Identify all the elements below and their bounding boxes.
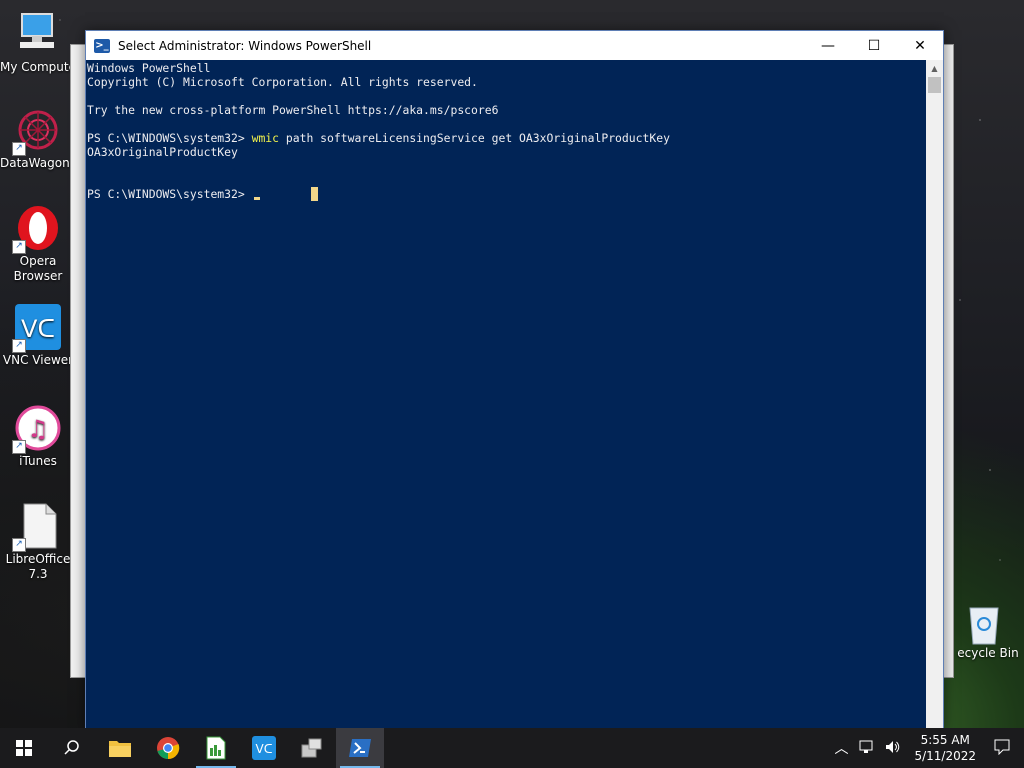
desktop-icon-label: My Compute: [0, 60, 76, 74]
vnc-icon: Vᑕ: [12, 303, 62, 353]
shortcut-arrow-icon: [12, 538, 26, 552]
notifications-icon[interactable]: [984, 739, 1024, 758]
maximize-icon: ☐: [867, 37, 881, 54]
desktop-icon-label: VNC Viewer: [2, 353, 74, 367]
clock-date: 5/11/2022: [914, 749, 976, 763]
svg-text:Vᑕ: Vᑕ: [256, 742, 273, 756]
svg-text:Vᑕ: Vᑕ: [21, 315, 55, 343]
powershell-icon: >_: [94, 38, 110, 53]
desktop-icon-vnc-viewer[interactable]: Vᑕ VNC Viewer: [0, 303, 76, 368]
console-line: Copyright (C) Microsoft Corporation. All…: [87, 75, 478, 89]
taskbar-chrome[interactable]: [144, 728, 192, 768]
console-line: Windows PowerShell: [87, 61, 211, 75]
shortcut-arrow-icon: [12, 142, 26, 156]
taskbar-file-explorer[interactable]: [96, 728, 144, 768]
windows-logo-icon: [16, 740, 32, 756]
scroll-up-arrow-icon[interactable]: ▲: [926, 60, 943, 77]
desktop-icon-recycle-bin[interactable]: ecycle Bin: [944, 602, 1024, 660]
desktop-icon-opera[interactable]: Opera Browser: [0, 204, 76, 284]
powershell-icon: [349, 739, 371, 757]
datawagon-icon: [12, 106, 62, 156]
clock[interactable]: 5:55 AM 5/11/2022: [906, 732, 984, 764]
prompt: PS C:\WINDOWS\system32>: [87, 187, 252, 201]
desktop-icon-datawagon[interactable]: DataWagon...: [0, 106, 82, 171]
command-args: path softwareLicensingService get OA3xOr…: [279, 131, 670, 145]
vnc-icon: Vᑕ: [252, 736, 276, 760]
shortcut-arrow-icon: [12, 339, 26, 353]
search-button[interactable]: [48, 728, 96, 768]
libreoffice-icon: [12, 502, 62, 552]
recycle-bin-label: ecycle Bin: [957, 646, 1019, 660]
taskbar: Vᑕ ︿ 5:55 AM 5/11/2022: [0, 728, 1024, 768]
search-icon: [64, 740, 79, 755]
desktop-icon-my-computer[interactable]: My Compute: [0, 10, 76, 75]
powershell-window[interactable]: >_ Select Administrator: Windows PowerSh…: [85, 30, 944, 730]
console-line: Try the new cross-platform PowerShell ht…: [87, 103, 499, 117]
desktop-icon-itunes[interactable]: ♫ iTunes: [0, 404, 76, 469]
volume-icon[interactable]: [880, 740, 906, 757]
recycle-bin-icon: [964, 602, 1004, 646]
text-cursor: [253, 197, 260, 200]
command-line: PS C:\WINDOWS\system32> wmic path softwa…: [87, 131, 926, 145]
desktop-icon-label: iTunes: [19, 454, 57, 468]
clock-time: 5:55 AM: [920, 733, 970, 747]
taskbar-libreoffice-calc[interactable]: [192, 728, 240, 768]
desktop-icon-label: Opera Browser: [13, 254, 63, 283]
taskbar-powershell[interactable]: [336, 728, 384, 768]
chrome-icon: [157, 737, 180, 760]
close-icon: ✕: [914, 37, 926, 54]
network-icon[interactable]: [854, 740, 880, 757]
vertical-scrollbar[interactable]: ▲: [926, 60, 943, 729]
itunes-icon: ♫: [12, 404, 62, 454]
shortcut-arrow-icon: [12, 240, 26, 254]
desktop-icon-label: LibreOffice 7.3: [5, 552, 71, 581]
svg-text:♫: ♫: [27, 415, 49, 443]
opera-icon: [12, 204, 62, 254]
console-output[interactable]: Windows PowerShell Copyright (C) Microso…: [86, 60, 926, 729]
command-name: wmic: [251, 131, 280, 145]
maximize-button[interactable]: ☐: [851, 31, 897, 60]
minimize-button[interactable]: —: [805, 31, 851, 60]
command-output: OA3xOriginalProductKey: [87, 145, 238, 159]
scrollbar-thumb[interactable]: [928, 77, 941, 93]
window-title: Select Administrator: Windows PowerShell: [118, 38, 372, 53]
chevron-up-icon[interactable]: ︿: [828, 738, 854, 758]
libreoffice-calc-icon: [206, 736, 226, 760]
shortcut-arrow-icon: [12, 440, 26, 454]
taskbar-vnc[interactable]: Vᑕ: [240, 728, 288, 768]
file-explorer-icon: [109, 741, 131, 757]
prompt: PS C:\WINDOWS\system32>: [87, 131, 252, 145]
network-tool-icon: [301, 738, 322, 758]
close-button[interactable]: ✕: [897, 31, 943, 60]
desktop-icon-libreoffice[interactable]: LibreOffice 7.3: [0, 502, 76, 582]
system-tray: ︿ 5:55 AM 5/11/2022: [828, 728, 1024, 768]
desktop-icon-label: DataWagon...: [0, 156, 82, 170]
minimize-icon: —: [821, 37, 835, 54]
title-bar[interactable]: >_ Select Administrator: Windows PowerSh…: [86, 31, 943, 60]
input-line[interactable]: PS C:\WINDOWS\system32>: [87, 187, 926, 201]
taskbar-network-tool[interactable]: [288, 728, 336, 768]
start-button[interactable]: [0, 728, 48, 768]
computer-icon: [14, 10, 62, 58]
mouse-cursor-block: [311, 187, 318, 201]
